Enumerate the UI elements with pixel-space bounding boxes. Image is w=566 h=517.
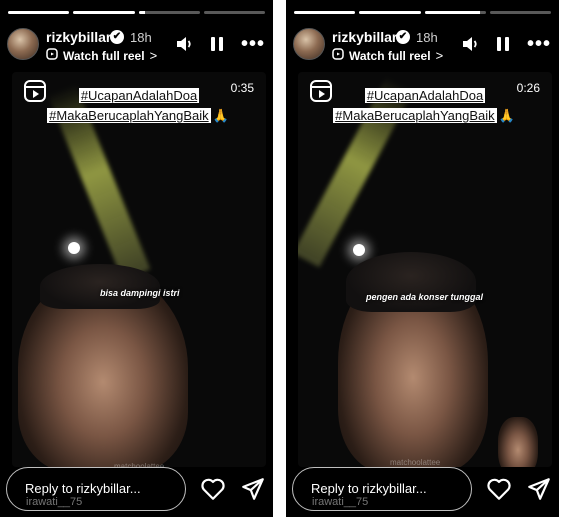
video-caption: bisa dampingi istri [100, 288, 180, 298]
watch-full-reel-link[interactable]: Watch full reel > [46, 48, 157, 63]
chevron-right-icon: > [435, 48, 444, 63]
watch-full-reel-label: Watch full reel [63, 48, 145, 63]
reply-placeholder: Reply to rizkybillar... [25, 481, 141, 496]
pause-icon[interactable] [207, 34, 227, 54]
light-source [68, 242, 80, 254]
reply-placeholder: Reply to rizkybillar... [311, 481, 427, 496]
reply-hint: irawati__75 [26, 496, 83, 508]
story-time: 18h [130, 30, 152, 45]
person-hair [346, 252, 476, 312]
reel-video-frame[interactable]: 0:35 #UcapanAdalahDoa #MakaBerucaplahYan… [12, 72, 266, 467]
avatar[interactable] [7, 28, 39, 60]
person-hand [498, 417, 538, 467]
hashtag-line-1[interactable]: #UcapanAdalahDoa [298, 88, 552, 103]
hashtag-line-2[interactable]: #MakaBerucaplahYangBaik 🙏 [298, 108, 552, 124]
progress-segment [424, 11, 486, 14]
progress-segment [73, 11, 135, 14]
light-beam [298, 76, 414, 268]
progress-segment [359, 11, 421, 14]
speaker-icon[interactable] [461, 34, 481, 54]
chevron-right-icon: > [149, 48, 158, 63]
verified-badge-icon: ✔ [110, 30, 124, 44]
progress-segment [294, 11, 356, 14]
story-panel-right[interactable]: rizkybillar ✔ 18h Watch full reel > ••• … [286, 0, 559, 517]
progress-segment [489, 11, 551, 14]
reel-small-icon [332, 48, 344, 63]
watch-full-reel-label: Watch full reel [349, 48, 431, 63]
progress-segment [138, 11, 200, 14]
hashtag-line-1[interactable]: #UcapanAdalahDoa [12, 88, 266, 103]
heart-icon[interactable] [486, 476, 512, 502]
heart-icon[interactable] [200, 476, 226, 502]
username[interactable]: rizkybillar [332, 29, 397, 45]
hashtag-line-2[interactable]: #MakaBerucaplahYangBaik 🙏 [12, 108, 266, 124]
progress-segment [203, 11, 265, 14]
more-options-icon[interactable]: ••• [240, 34, 266, 54]
send-icon[interactable] [240, 476, 266, 502]
reel-video-frame[interactable]: 0:26 #UcapanAdalahDoa #MakaBerucaplahYan… [298, 72, 552, 467]
watermark: matchoolattee [390, 458, 441, 467]
progress-segment [8, 11, 70, 14]
reel-small-icon [46, 48, 58, 63]
send-icon[interactable] [526, 476, 552, 502]
pray-emoji: 🙏 [212, 108, 229, 123]
avatar[interactable] [293, 28, 325, 60]
reply-hint: irawati__75 [312, 496, 369, 508]
username[interactable]: rizkybillar [46, 29, 111, 45]
more-options-icon[interactable]: ••• [526, 34, 552, 54]
pause-icon[interactable] [493, 34, 513, 54]
light-source [353, 244, 365, 256]
person-hair [40, 264, 160, 309]
story-progress-bar [8, 11, 265, 14]
watch-full-reel-link[interactable]: Watch full reel > [332, 48, 443, 63]
hashtag[interactable]: #MakaBerucaplahYangBaik [333, 108, 497, 123]
speaker-icon[interactable] [175, 34, 195, 54]
hashtag[interactable]: #MakaBerucaplahYangBaik [47, 108, 211, 123]
story-time: 18h [416, 30, 438, 45]
story-panel-left[interactable]: rizkybillar ✔ 18h Watch full reel > ••• … [0, 0, 273, 517]
story-progress-bar [294, 11, 551, 14]
hashtag[interactable]: #UcapanAdalahDoa [364, 88, 486, 103]
video-caption: pengen ada konser tunggal [366, 292, 484, 302]
verified-badge-icon: ✔ [396, 30, 410, 44]
pray-emoji: 🙏 [498, 108, 515, 123]
hashtag[interactable]: #UcapanAdalahDoa [78, 88, 200, 103]
